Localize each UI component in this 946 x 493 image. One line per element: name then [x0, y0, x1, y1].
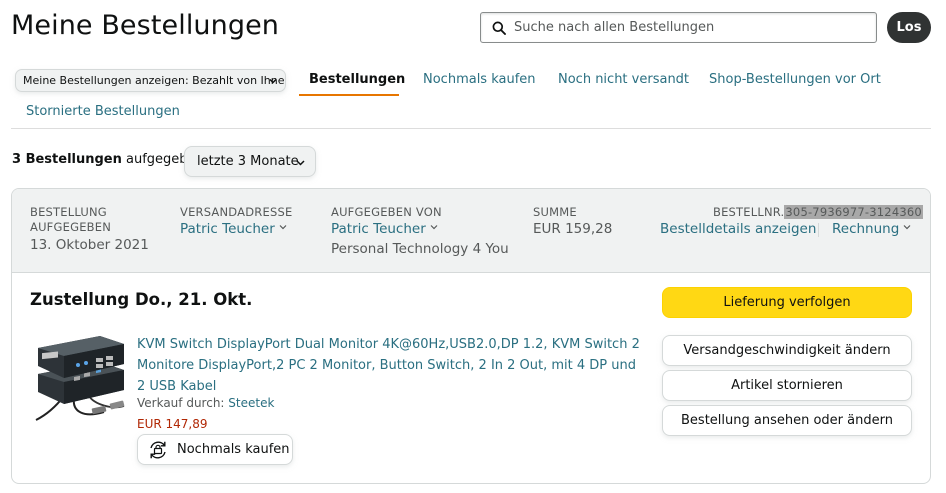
- order-details-link[interactable]: Bestelldetails anzeigen: [660, 221, 816, 237]
- search-icon: [492, 21, 506, 35]
- item-price: EUR 147,89: [137, 417, 208, 431]
- order-number: 305-7936977-3124360: [784, 205, 923, 219]
- order-total-label: SUMME: [533, 205, 577, 219]
- ship-to-name: Patric Teucher: [180, 221, 275, 237]
- seller-label: Verkauf durch:: [137, 396, 225, 410]
- order-placed-label: BESTELLUNG AUFGEGEBEN: [30, 205, 111, 235]
- orders-filter-value: Meine Bestellungen anzeigen: Bezahlt von…: [23, 74, 286, 87]
- chevron-down-icon: [903, 225, 911, 230]
- search-box[interactable]: [480, 12, 877, 43]
- tab-bestellungen[interactable]: Bestellungen: [309, 72, 405, 87]
- chevron-down-icon: [279, 225, 287, 230]
- product-image[interactable]: [34, 334, 128, 426]
- active-tab-indicator: [299, 94, 399, 96]
- tabs-divider: [11, 128, 931, 129]
- chevron-down-icon: [430, 225, 438, 230]
- order-placed-label-line2: AUFGEGEBEN: [30, 220, 112, 234]
- invoice-link: Rechnung: [832, 221, 900, 237]
- tab-shop-bestellungen[interactable]: Shop-Bestellungen vor Ort: [709, 72, 881, 87]
- tab-stornierte-bestellungen[interactable]: Stornierte Bestellungen: [26, 104, 180, 119]
- product-title-link[interactable]: KVM Switch DisplayPort Dual Monitor 4K@6…: [137, 334, 642, 397]
- period-select-value: letzte 3 Monate: [197, 154, 299, 169]
- buy-again-label: Nochmals kaufen: [177, 442, 290, 457]
- cancel-item-button[interactable]: Artikel stornieren: [662, 370, 912, 401]
- placed-by-name: Patric Teucher: [331, 221, 426, 237]
- chevron-down-icon: [296, 160, 305, 166]
- repeat-cart-icon: [150, 441, 166, 458]
- seller-link[interactable]: Steetek: [228, 396, 274, 410]
- tab-nochmals-kaufen[interactable]: Nochmals kaufen: [423, 72, 536, 87]
- header-link-separator: [818, 223, 819, 237]
- order-number-label: BESTELLNR.: [713, 205, 785, 219]
- tab-noch-nicht-versandt[interactable]: Noch nicht versandt: [558, 72, 689, 87]
- buy-again-button[interactable]: Nochmals kaufen: [137, 434, 293, 465]
- invoice-dropdown[interactable]: Rechnung: [832, 221, 911, 237]
- delivery-status: Zustellung Do., 21. Okt.: [30, 290, 253, 309]
- search-submit-button[interactable]: Los: [887, 12, 931, 43]
- change-shipping-speed-button[interactable]: Versandgeschwindigkeit ändern: [662, 335, 912, 366]
- order-card: BESTELLUNG AUFGEGEBEN 13. Oktober 2021 V…: [11, 188, 931, 484]
- order-number-line: BESTELLNR.305-7936977-3124360: [713, 205, 923, 220]
- seller-line: Verkauf durch: Steetek: [137, 396, 274, 410]
- track-package-button[interactable]: Lieferung verfolgen: [662, 287, 912, 318]
- search-input[interactable]: [514, 20, 864, 35]
- ship-to-label: VERSANDADRESSE: [180, 205, 293, 219]
- order-placed-label-line1: BESTELLUNG: [30, 205, 107, 219]
- period-select[interactable]: letzte 3 Monate: [184, 146, 316, 177]
- order-placed-date: 13. Oktober 2021: [30, 237, 149, 253]
- order-total-value: EUR 159,28: [533, 221, 613, 237]
- placed-by-dropdown[interactable]: Patric Teucher: [331, 221, 438, 237]
- orders-count-number: 3 Bestellungen: [12, 152, 122, 167]
- view-edit-order-button[interactable]: Bestellung ansehen oder ändern: [662, 405, 912, 436]
- orders-count: 3 Bestellungen aufgegeben: [12, 152, 204, 167]
- page-title: Meine Bestellungen: [11, 10, 280, 41]
- orders-filter-select[interactable]: Meine Bestellungen anzeigen: Bezahlt von…: [15, 69, 286, 92]
- chevron-down-icon: [269, 78, 277, 84]
- placed-by-label: AUFGEGEBEN VON: [331, 205, 442, 219]
- ship-to-dropdown[interactable]: Patric Teucher: [180, 221, 287, 237]
- order-header: BESTELLUNG AUFGEGEBEN 13. Oktober 2021 V…: [12, 189, 930, 273]
- placed-by-company: Personal Technology 4 You: [331, 241, 509, 257]
